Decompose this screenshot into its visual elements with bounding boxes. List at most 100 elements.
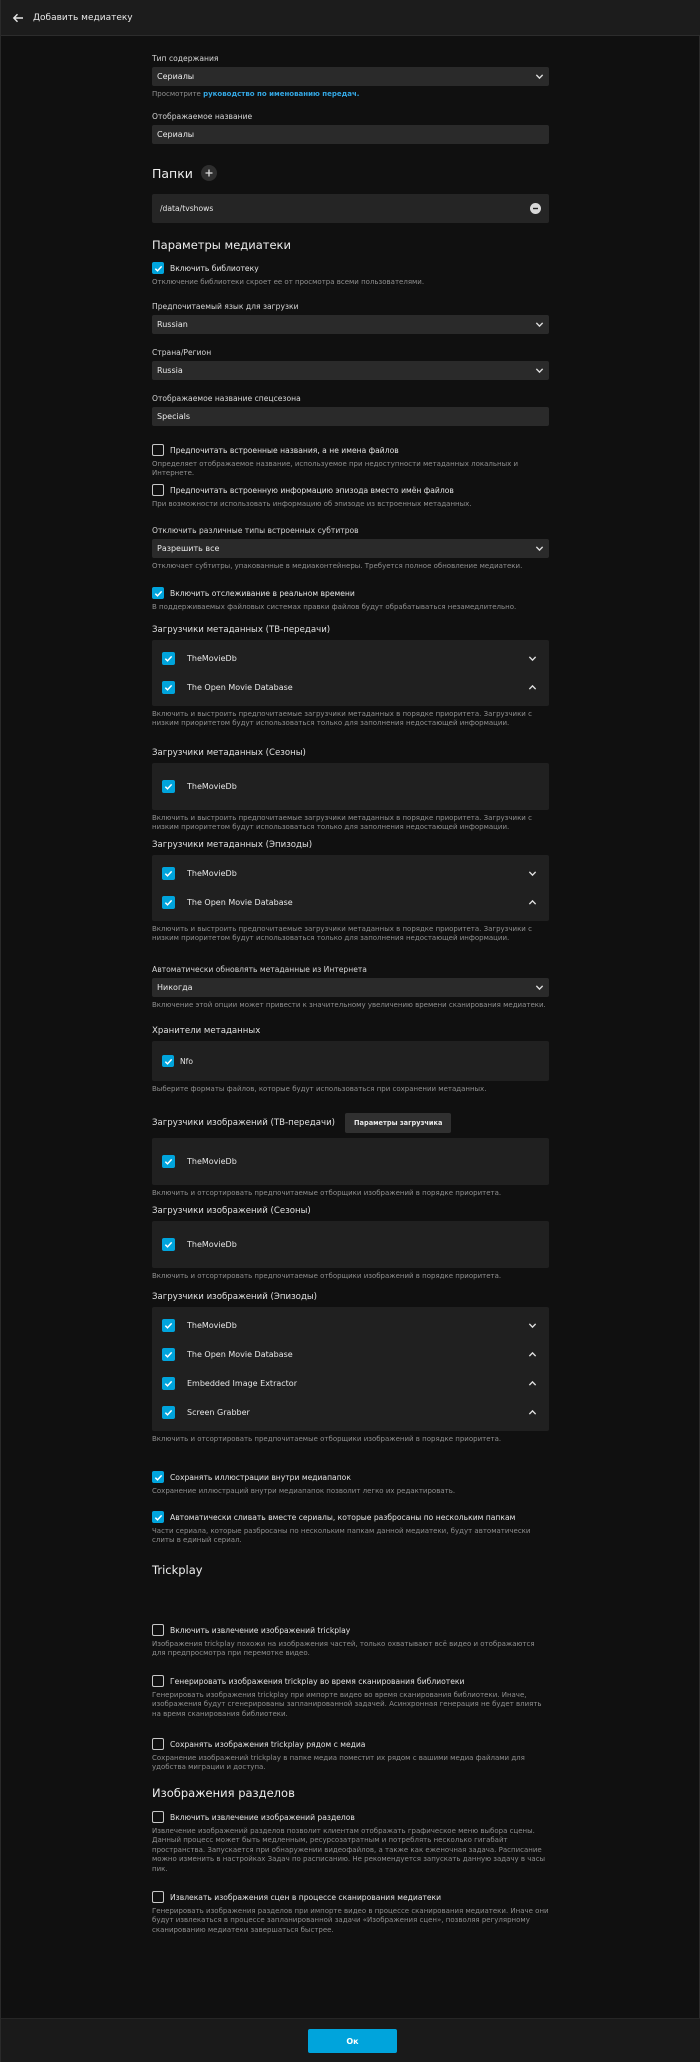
country-select[interactable]: Russia	[152, 361, 549, 380]
checkbox-empty-icon	[152, 484, 164, 496]
checkmark-icon	[162, 1055, 174, 1067]
save-artwork-help: Сохранение иллюстраций внутри медиапапок…	[152, 1487, 456, 1495]
prefer-embedded-episode-checkbox[interactable]: Предпочитать встроенную информацию эпизо…	[152, 484, 549, 496]
trickplay-save-checkbox[interactable]: Сохранять изображения trickplay рядом с …	[152, 1738, 549, 1750]
savers-group: Хранители метаданных Nfo Выберите формат…	[152, 1026, 549, 1094]
language-select[interactable]: Russian	[152, 315, 549, 334]
fetcher-item[interactable]: The Open Movie Database	[162, 1340, 539, 1369]
content-type-select[interactable]: Сериалы	[152, 67, 549, 86]
merge-series-help: Части сериала, которые разбросаны по нес…	[152, 1527, 531, 1545]
subtitles-help: Отключает субтитры, упакованные в медиак…	[152, 562, 523, 570]
checkmark-icon	[152, 587, 164, 599]
chevron-up-icon[interactable]	[528, 1408, 537, 1417]
fetcher-label: Screen Grabber	[187, 1408, 250, 1417]
back-button[interactable]	[3, 0, 33, 36]
specials-input[interactable]: Specials	[152, 407, 549, 426]
checkbox-empty-icon	[152, 1891, 164, 1903]
realtime-help: В поддерживаемых файловых системах правк…	[152, 603, 517, 611]
add-folder-button[interactable]	[200, 165, 217, 181]
checkmark-icon	[162, 780, 175, 793]
plus-icon	[205, 169, 213, 177]
trickplay-save-help: Сохранение изображений trickplay в папке…	[152, 1754, 525, 1772]
fetcher-item[interactable]: TheMovieDb	[162, 772, 539, 801]
chevron-down-icon	[535, 368, 544, 374]
img-series-title: Загрузчики изображений (ТВ-передачи)	[152, 1118, 336, 1128]
fetcher-item[interactable]: TheMovieDb	[162, 1311, 539, 1340]
savers-list: Nfo	[152, 1041, 549, 1081]
realtime-group: Включить отслеживание в реальном времени…	[152, 587, 549, 612]
fetcher-item[interactable]: The Open Movie Database	[162, 673, 539, 702]
prefer-embedded-titles-help: Определяет отображаемое название, исполь…	[152, 460, 519, 478]
meta-episodes-list: TheMovieDb The Open Movie Database	[152, 855, 549, 921]
fetcher-item[interactable]: TheMovieDb	[162, 859, 539, 888]
subtitles-select[interactable]: Разрешить все	[152, 539, 549, 558]
ok-button[interactable]: Ок	[308, 2029, 397, 2053]
folder-path: /data/tvshows	[160, 204, 214, 213]
chapters-extract-label: Включить извлечение изображений разделов	[170, 1812, 355, 1822]
fetcher-item[interactable]: TheMovieDb	[162, 1230, 539, 1259]
fetcher-item[interactable]: Embedded Image Extractor	[162, 1369, 539, 1398]
trickplay-scan-checkbox[interactable]: Генерировать изображения trickplay во вр…	[152, 1675, 549, 1687]
fetcher-item[interactable]: TheMovieDb	[162, 1147, 539, 1176]
prefer-embedded-titles-checkbox[interactable]: Предпочитать встроенные названия, а не и…	[152, 444, 549, 456]
save-artwork-checkbox[interactable]: Сохранять иллюстрации внутри медиапапок	[152, 1471, 549, 1483]
dialog: Добавить медиатеку Тип содержания Сериал…	[0, 0, 700, 2062]
display-name-input[interactable]: Сериалы	[152, 125, 549, 144]
chevron-up-icon[interactable]	[528, 1379, 537, 1388]
folder-item: /data/tvshows	[152, 194, 549, 223]
meta-series-list: TheMovieDb The Open Movie Database	[152, 640, 549, 706]
fetcher-item[interactable]: Screen Grabber	[162, 1398, 539, 1427]
prefer-embedded-episode-label: Предпочитать встроенную информацию эпизо…	[170, 485, 454, 495]
auto-refresh-select[interactable]: Никогда	[152, 978, 549, 997]
chapters-scan-label: Извлекать изображения сцен в процессе ск…	[170, 1892, 442, 1902]
checkmark-icon	[152, 262, 164, 274]
checkbox-empty-icon	[152, 1675, 164, 1687]
naming-guide-link[interactable]: руководство по именованию передач.	[203, 90, 359, 98]
specials-label: Отображаемое название спецсезона	[152, 394, 301, 403]
enable-library-group: Включить библиотеку Отключение библиотек…	[152, 262, 549, 287]
saver-nfo-checkbox[interactable]: Nfo	[162, 1048, 539, 1074]
remove-folder-button[interactable]	[530, 203, 541, 214]
img-seasons-help: Включить и отсортировать предпочитаемые …	[152, 1272, 502, 1280]
merge-series-group: Автоматически сливать вместе сериалы, ко…	[152, 1511, 549, 1546]
meta-episodes-help: Включить и выстроить предпочитаемые загр…	[152, 925, 532, 943]
fetcher-label: TheMovieDb	[187, 1157, 237, 1166]
prefer-embedded-titles-label: Предпочитать встроенные названия, а не и…	[170, 445, 399, 455]
chevron-down-icon[interactable]	[528, 654, 537, 663]
chapters-extract-group: Включить извлечение изображений разделов…	[152, 1811, 549, 1874]
fetcher-label: TheMovieDb	[187, 1321, 237, 1330]
fetcher-item[interactable]: TheMovieDb	[162, 644, 539, 673]
display-name-value: Сериалы	[157, 130, 195, 139]
checkmark-icon	[162, 1319, 175, 1332]
checkbox-empty-icon	[152, 1624, 164, 1636]
fetcher-label: Embedded Image Extractor	[187, 1379, 297, 1388]
auto-refresh-value: Никогда	[157, 983, 193, 992]
merge-series-checkbox[interactable]: Автоматически сливать вместе сериалы, ко…	[152, 1511, 549, 1523]
chapters-scan-checkbox[interactable]: Извлекать изображения сцен в процессе ск…	[152, 1891, 549, 1903]
prefer-embedded-episode-help: При возможности использовать информацию …	[152, 500, 472, 508]
checkmark-icon	[162, 1155, 175, 1168]
fetcher-item[interactable]: The Open Movie Database	[162, 888, 539, 917]
meta-series-title: Загрузчики метаданных (ТВ-передачи)	[152, 625, 331, 635]
display-name-label: Отображаемое название	[152, 112, 253, 121]
chevron-down-icon[interactable]	[528, 869, 537, 878]
realtime-checkbox[interactable]: Включить отслеживание в реальном времени	[152, 587, 549, 599]
language-value: Russian	[157, 320, 188, 329]
savers-help: Выберите форматы файлов, которые будут и…	[152, 1085, 487, 1093]
enable-library-checkbox[interactable]: Включить библиотеку	[152, 262, 549, 274]
fetcher-label: The Open Movie Database	[187, 898, 293, 907]
checkbox-empty-icon	[152, 444, 164, 456]
img-episodes-list: TheMovieDb The Open Movie Database Embed…	[152, 1307, 549, 1431]
fetcher-settings-button[interactable]: Параметры загрузчика	[345, 1113, 452, 1133]
dialog-title: Добавить медиатеку	[33, 12, 133, 23]
chevron-up-icon[interactable]	[528, 1350, 537, 1359]
country-group: Страна/Регион Russia	[152, 348, 549, 380]
subtitles-value: Разрешить все	[157, 544, 220, 553]
fetcher-label: The Open Movie Database	[187, 1350, 293, 1359]
chevron-up-icon[interactable]	[528, 898, 537, 907]
chevron-up-icon[interactable]	[528, 683, 537, 692]
chapters-extract-checkbox[interactable]: Включить извлечение изображений разделов	[152, 1811, 549, 1823]
trickplay-extract-checkbox[interactable]: Включить извлечение изображений trickpla…	[152, 1624, 549, 1636]
content-type-help: Просмотрите руководство по именованию пе…	[152, 90, 360, 98]
chevron-down-icon[interactable]	[528, 1321, 537, 1330]
